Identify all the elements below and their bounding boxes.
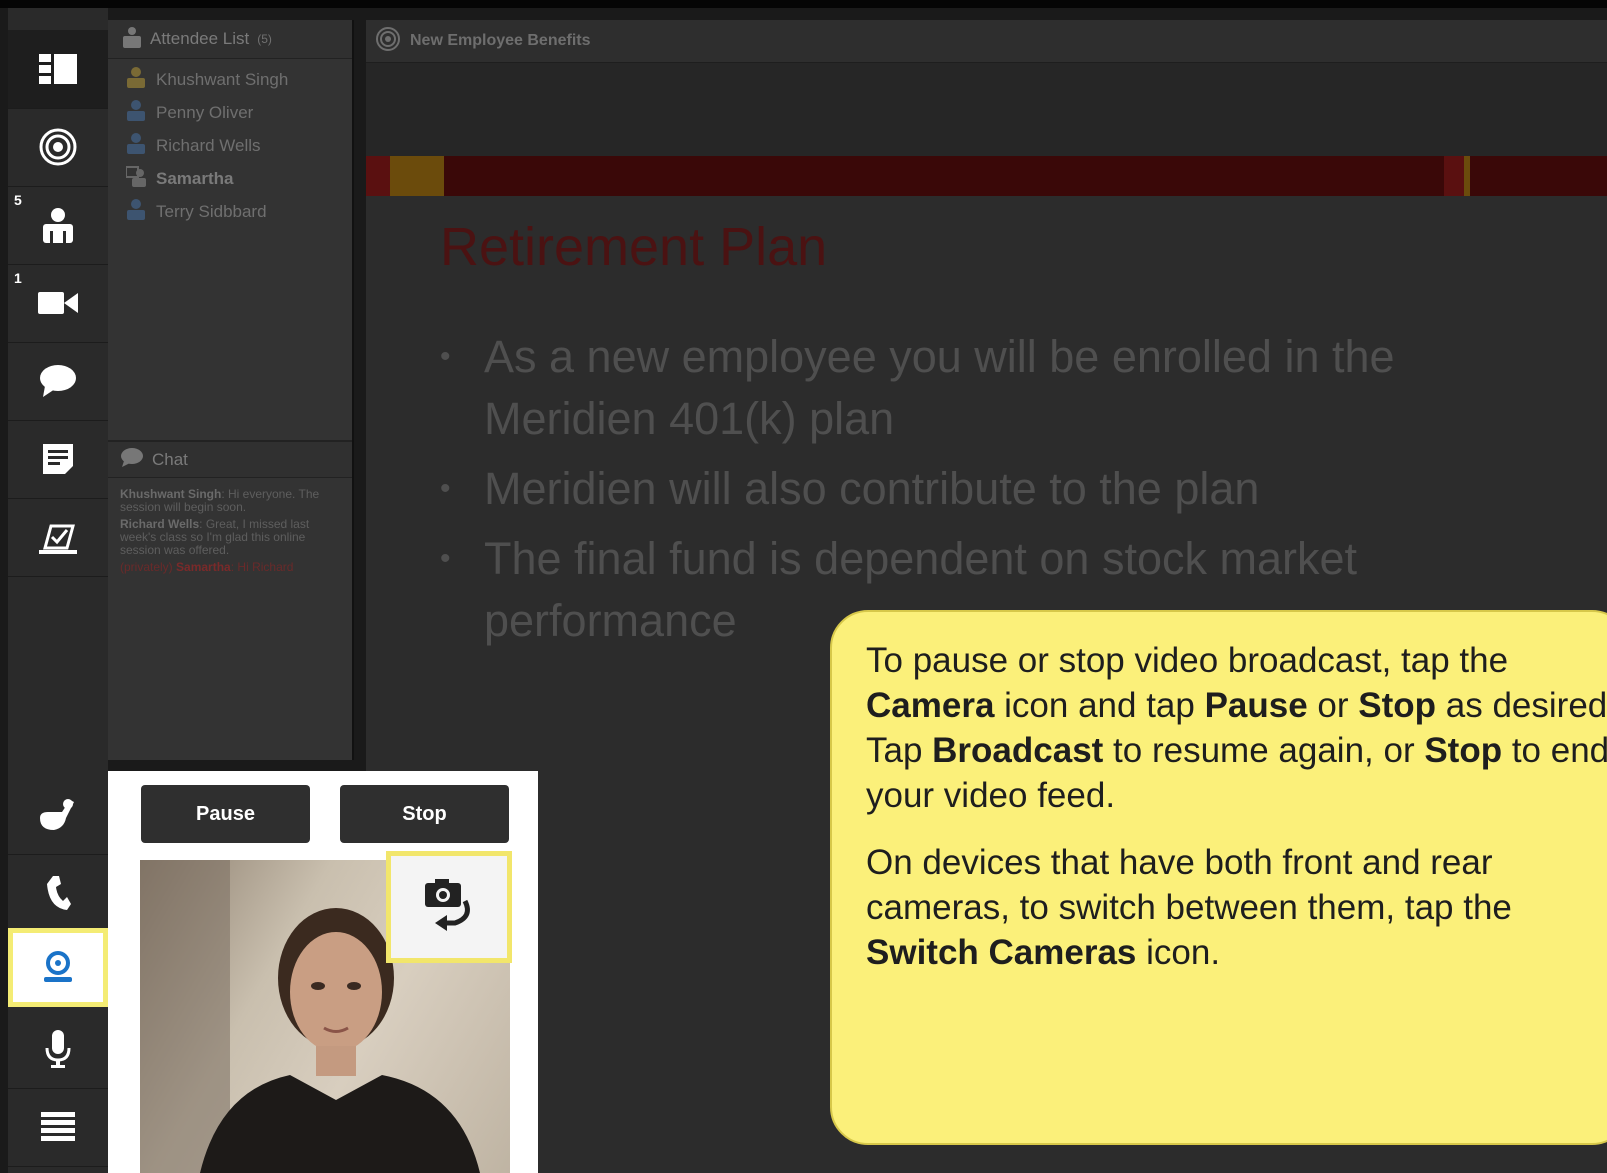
chat-private-message: (privately) Samartha: Hi Richard — [120, 560, 294, 574]
slide-bullet: As a new employee you will be enrolled i… — [440, 326, 1540, 450]
notes-icon — [41, 442, 75, 476]
chat-text: Hi Richard — [237, 560, 294, 574]
raise-hand-icon — [38, 798, 78, 832]
instruction-callout: To pause or stop video broadcast, tap th… — [830, 610, 1607, 1145]
callout-text: To pause or stop video broadcast, tap th… — [866, 641, 1509, 680]
camera-button[interactable] — [8, 928, 108, 1007]
attendee-list: Khushwant Singh Penny Oliver Richard Wel… — [108, 59, 352, 228]
attendee-list-title: Attendee List — [150, 29, 250, 48]
chat-sender: Khushwant Singh — [120, 487, 222, 501]
presenter-icon — [125, 165, 146, 192]
notes-button[interactable] — [8, 420, 108, 499]
attendee-chat-panel: Attendee List (5) Khushwant Singh Penny … — [108, 20, 354, 760]
participant-icon — [126, 198, 146, 225]
switch-cameras-icon — [421, 877, 477, 938]
chat-sender: Samartha — [176, 560, 231, 574]
callout-text: icon. — [1136, 933, 1221, 972]
chat-sender: Richard Wells — [120, 517, 200, 531]
chat-title: Chat — [152, 449, 188, 469]
pause-button[interactable]: Pause — [141, 785, 310, 843]
share-pod-icon — [39, 128, 77, 166]
slide-header-band — [366, 156, 1607, 196]
callout-bold: Pause — [1204, 686, 1308, 725]
attendees-button[interactable]: 5 — [8, 186, 108, 265]
callout-bold: Stop — [1358, 686, 1437, 725]
callout-bold: Camera — [866, 686, 995, 725]
host-icon — [126, 66, 146, 93]
stop-button[interactable]: Stop — [340, 785, 509, 843]
chat-messages: Khushwant Singh: Hi everyone. The sessio… — [120, 488, 342, 578]
attendees-icon — [122, 26, 142, 53]
share-pod-icon — [376, 26, 400, 56]
callout-text: or — [1307, 686, 1359, 725]
microphone-icon — [45, 1030, 71, 1068]
chat-icon — [39, 364, 77, 398]
status-bar — [0, 0, 1607, 8]
layouts-icon — [39, 54, 77, 84]
callout-text: to resume again, or — [1103, 731, 1425, 770]
layouts-button[interactable] — [8, 30, 108, 109]
attendee-count: (5) — [257, 32, 272, 46]
video-broadcast-popup: Pause Stop — [108, 771, 538, 1173]
menu-icon — [41, 1112, 75, 1142]
callout-paragraph-1: To pause or stop video broadcast, tap th… — [866, 638, 1607, 818]
attendee-list-header[interactable]: Attendee List (5) — [108, 20, 352, 59]
callout-text: On devices that have both front and rear… — [866, 843, 1512, 927]
participant-icon — [126, 99, 146, 126]
attendees-icon — [41, 207, 75, 243]
camera-icon — [40, 951, 76, 983]
pod-title: New Employee Benefits — [410, 32, 591, 49]
chat-message: Khushwant Singh: Hi everyone. The sessio… — [120, 487, 320, 514]
attendee-name: Penny Oliver — [156, 102, 254, 122]
attendee-name: Richard Wells — [156, 135, 261, 155]
attendee-name: Samartha — [156, 168, 234, 188]
callout-bold: Switch Cameras — [866, 933, 1137, 972]
video-icon — [38, 290, 78, 316]
chat-message: Richard Wells: Great, I missed last week… — [120, 517, 310, 557]
chat-private-prefix: (privately) — [120, 560, 173, 574]
video-badge: 1 — [14, 270, 22, 286]
attendee-row[interactable]: Khushwant Singh — [108, 63, 352, 96]
attendee-row[interactable]: Richard Wells — [108, 129, 352, 162]
callout-text: icon and tap — [994, 686, 1205, 725]
attendees-badge: 5 — [14, 192, 22, 208]
participant-icon — [126, 132, 146, 159]
chat-header[interactable]: Chat — [108, 440, 352, 478]
share-pod-button[interactable] — [8, 108, 108, 187]
callout-bold: Broadcast — [932, 731, 1104, 770]
callout-bold: Stop — [1424, 731, 1503, 770]
attendee-row[interactable]: Penny Oliver — [108, 96, 352, 129]
raise-hand-button[interactable] — [8, 776, 108, 855]
switch-cameras-button[interactable] — [386, 851, 512, 963]
attendee-row[interactable]: Samartha — [108, 162, 352, 195]
poll-icon — [39, 520, 77, 554]
pod-header: New Employee Benefits — [366, 20, 1607, 63]
attendee-row[interactable]: Terry Sidbbard — [108, 195, 352, 228]
callout-paragraph-2: On devices that have both front and rear… — [866, 840, 1607, 975]
menu-button[interactable] — [8, 1088, 108, 1167]
microphone-button[interactable] — [8, 1010, 108, 1089]
slide-title: Retirement Plan — [440, 217, 828, 277]
attendee-name: Terry Sidbbard — [156, 201, 267, 221]
left-toolbar: 5 1 — [8, 8, 108, 1173]
video-pod-button[interactable]: 1 — [8, 264, 108, 343]
phone-icon — [45, 874, 71, 912]
phone-button[interactable] — [8, 854, 108, 933]
chat-button[interactable] — [8, 342, 108, 421]
slide-bullet: Meridien will also contribute to the pla… — [440, 458, 1540, 520]
chat-icon — [120, 447, 144, 472]
poll-button[interactable] — [8, 498, 108, 577]
attendee-name: Khushwant Singh — [156, 69, 289, 89]
